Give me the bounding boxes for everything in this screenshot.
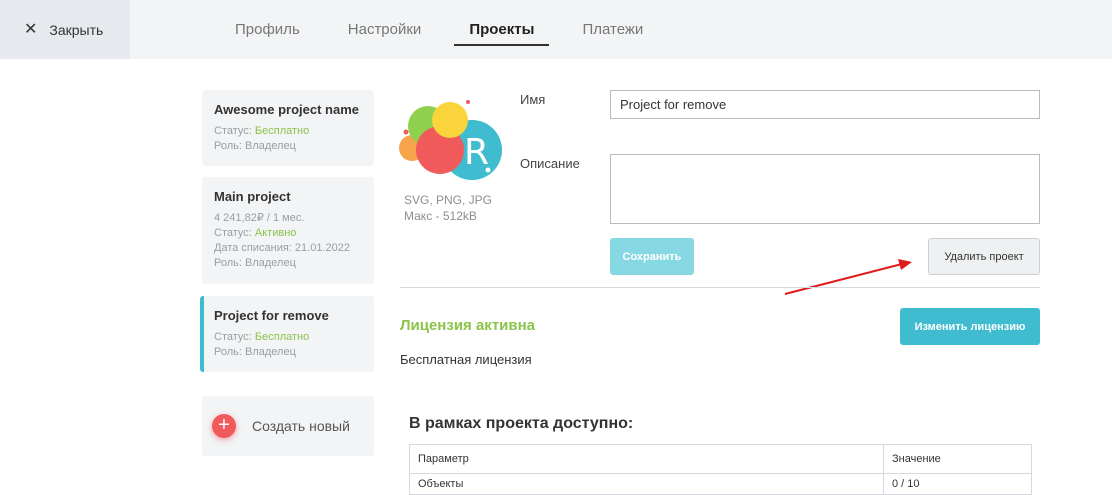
project-role: Роль: Владелец	[214, 257, 296, 269]
create-project-button[interactable]: + Создать новый	[202, 396, 374, 456]
parameter-value: 0 / 10	[883, 473, 1032, 495]
status-value: Бесплатно	[254, 331, 310, 343]
project-logo-upload[interactable]: R	[398, 98, 502, 186]
available-section-title: В рамках проекта доступно:	[409, 415, 634, 432]
close-label: Закрыть	[49, 21, 104, 38]
top-bar: ✕ Закрыть Профиль Настройки Проекты Плат…	[0, 0, 1112, 59]
close-icon: ✕	[24, 20, 38, 38]
project-role: Роль: Владелец	[214, 140, 296, 152]
project-status: Статус: Бесплатно	[214, 125, 310, 137]
project-name: Awesome project name	[214, 102, 359, 117]
license-status-title: Лицензия активна	[400, 317, 536, 334]
project-status: Статус: Активно	[214, 227, 297, 239]
close-button[interactable]: ✕ Закрыть	[0, 0, 130, 59]
change-license-button[interactable]: Изменить лицензию	[900, 308, 1040, 345]
save-button[interactable]: Сохранить	[610, 238, 694, 275]
column-header-value: Значение	[883, 444, 1032, 474]
table-header-row: Параметр Значение	[409, 444, 1032, 474]
project-card-selected[interactable]: Project for remove Статус: Бесплатно Рол…	[200, 296, 374, 372]
divider	[400, 287, 1040, 288]
project-name: Project for remove	[214, 308, 329, 323]
tab-projects[interactable]: Проекты	[454, 0, 550, 59]
project-name: Main project	[214, 189, 291, 204]
tab-bar: Профиль Настройки Проекты Платежи	[220, 0, 676, 59]
tab-settings[interactable]: Настройки	[333, 0, 437, 59]
status-value: Активно	[254, 227, 297, 239]
svg-text:R: R	[464, 132, 489, 173]
column-header-parameter: Параметр	[409, 444, 884, 474]
logo-format-hint: SVG, PNG, JPG Макс - 512kB	[404, 193, 493, 223]
project-writeoff-date: Дата списания: 21.01.2022	[214, 242, 350, 254]
status-value: Бесплатно	[254, 125, 310, 137]
parameter-name: Объекты	[409, 473, 884, 495]
description-label: Описание	[520, 156, 580, 171]
tab-profile[interactable]: Профиль	[220, 0, 315, 59]
name-label: Имя	[520, 92, 546, 107]
project-card[interactable]: Main project 4 241,82₽ / 1 мес. Статус: …	[202, 177, 374, 284]
project-description-input[interactable]	[610, 154, 1040, 224]
create-label: Создать новый	[252, 418, 350, 434]
project-card[interactable]: Awesome project name Статус: Бесплатно Р…	[202, 90, 374, 166]
license-type: Бесплатная лицензия	[400, 352, 532, 367]
table-row: Объекты 0 / 10	[409, 473, 1032, 495]
project-status: Статус: Бесплатно	[214, 331, 310, 343]
delete-project-button[interactable]: Удалить проект	[928, 238, 1040, 275]
plus-icon: +	[212, 414, 236, 438]
project-name-input[interactable]	[610, 90, 1040, 119]
project-role: Роль: Владелец	[214, 346, 296, 358]
project-price: 4 241,82₽ / 1 мес.	[214, 212, 305, 224]
parameters-table: Параметр Значение Объекты 0 / 10	[409, 444, 1032, 495]
tab-payments[interactable]: Платежи	[567, 0, 658, 59]
